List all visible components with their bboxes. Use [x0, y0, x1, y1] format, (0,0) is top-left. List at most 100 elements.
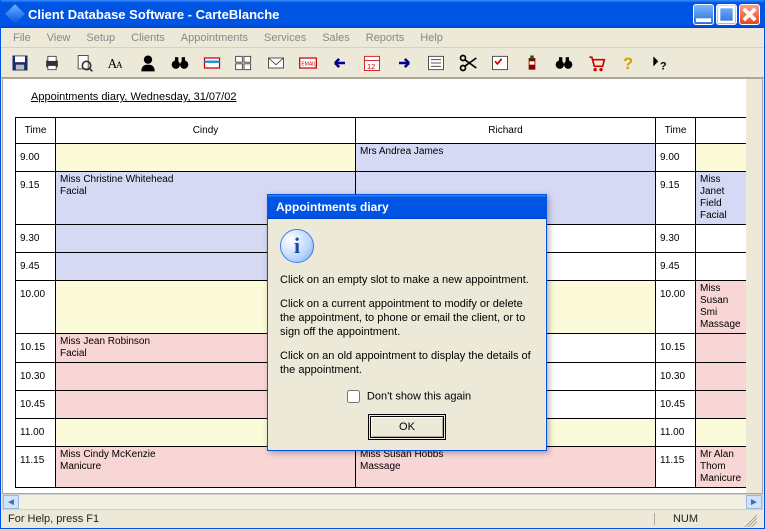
col-time: Time	[16, 118, 56, 144]
col-time2: Time	[656, 118, 696, 144]
dialog-text-1: Click on an empty slot to make a new app…	[280, 273, 534, 287]
dialog-text-3: Click on an old appointment to display t…	[280, 349, 534, 377]
save-icon[interactable]	[7, 51, 33, 75]
vertical-scrollbar[interactable]	[746, 79, 762, 493]
time-cell: 10.15	[656, 334, 696, 363]
time-cell: 10.45	[16, 391, 56, 419]
main-window: Client Database Software - CarteBlanche …	[0, 0, 765, 529]
products-icon[interactable]	[519, 51, 545, 75]
menu-view[interactable]: View	[39, 30, 79, 46]
appointment-slot[interactable]: Miss Susan SmiMassage	[696, 281, 752, 334]
scissors-icon[interactable]	[455, 51, 481, 75]
time-cell: 10.30	[16, 363, 56, 391]
appointment-slot[interactable]	[696, 225, 752, 253]
menu-file[interactable]: File	[5, 30, 39, 46]
info-dialog: Appointments diary i Click on an empty s…	[267, 194, 547, 451]
time-cell: 10.15	[16, 334, 56, 363]
appointment-slot[interactable]: Miss Janet FieldFacial	[696, 172, 752, 225]
col-staff2: Richard	[356, 118, 656, 144]
dont-show-label: Don't show this again	[367, 390, 471, 402]
ok-button[interactable]: OK	[370, 416, 444, 438]
binoculars2-icon[interactable]	[551, 51, 577, 75]
calendar-icon[interactable]: 12	[359, 51, 385, 75]
menu-sales[interactable]: Sales	[314, 30, 358, 46]
time-cell: 9.00	[16, 144, 56, 172]
appointment-slot[interactable]	[696, 253, 752, 281]
scroll-right-icon[interactable]: ►	[746, 495, 762, 509]
window-title: Client Database Software - CarteBlanche	[28, 7, 691, 22]
binoculars-icon[interactable]	[167, 51, 193, 75]
prev-arrow-icon[interactable]	[327, 51, 353, 75]
dont-show-checkbox[interactable]	[347, 390, 360, 403]
table-row: 9.00Mrs Andrea James9.00	[16, 144, 752, 172]
menu-appointments[interactable]: Appointments	[173, 30, 256, 46]
scroll-left-icon[interactable]: ◄	[3, 495, 19, 509]
svg-text:?: ?	[660, 60, 667, 72]
photos-icon[interactable]	[231, 51, 257, 75]
titlebar[interactable]: Client Database Software - CarteBlanche	[1, 0, 764, 28]
menu-clients[interactable]: Clients	[123, 30, 173, 46]
checklist-icon[interactable]	[487, 51, 513, 75]
time-cell: 9.15	[656, 172, 696, 225]
appointment-slot[interactable]: Miss Cindy McKenzieManicure	[56, 447, 356, 488]
appointment-slot[interactable]	[696, 363, 752, 391]
time-cell: 11.00	[656, 419, 696, 447]
context-help-icon[interactable]: ?	[647, 51, 673, 75]
time-cell: 9.00	[656, 144, 696, 172]
time-cell: 10.00	[16, 281, 56, 334]
app-icon	[4, 3, 27, 26]
list-icon[interactable]	[423, 51, 449, 75]
appointment-slot[interactable]	[696, 419, 752, 447]
dialog-title[interactable]: Appointments diary	[268, 195, 546, 219]
maximize-button[interactable]	[716, 4, 737, 25]
client-icon[interactable]	[135, 51, 161, 75]
col-staff1: Cindy	[56, 118, 356, 144]
appointment-slot[interactable]: Mr Alan ThomManicure	[696, 447, 752, 488]
diary-heading: Appointments diary, Wednesday, 31/07/02	[3, 79, 762, 109]
print-icon[interactable]	[39, 51, 65, 75]
time-cell: 10.00	[656, 281, 696, 334]
svg-text:?: ?	[623, 53, 633, 72]
time-cell: 9.45	[656, 253, 696, 281]
time-cell: 11.00	[16, 419, 56, 447]
appointment-slot[interactable]	[696, 144, 752, 172]
time-cell: 10.45	[656, 391, 696, 419]
menubar: File View Setup Clients Appointments Ser…	[1, 28, 764, 48]
menu-services[interactable]: Services	[256, 30, 314, 46]
email-icon[interactable]: EMAIL	[295, 51, 321, 75]
appointment-slot[interactable]	[696, 334, 752, 363]
appointment-slot[interactable]: Miss Susan HobbsMassage	[356, 447, 656, 488]
menu-setup[interactable]: Setup	[78, 30, 123, 46]
appointment-slot[interactable]	[56, 144, 356, 172]
time-cell: 11.15	[656, 447, 696, 488]
table-row: 11.15Miss Cindy McKenzieManicureMiss Sus…	[16, 447, 752, 488]
statusbar: For Help, press F1 NUM	[2, 510, 763, 527]
close-button[interactable]	[739, 4, 760, 25]
toolbar: AA EMAIL 12 ? ?	[1, 48, 764, 78]
menu-reports[interactable]: Reports	[358, 30, 413, 46]
svg-text:12: 12	[367, 61, 375, 70]
font-icon[interactable]: AA	[103, 51, 129, 75]
resize-grip-icon[interactable]	[741, 511, 757, 527]
svg-text:EMAIL: EMAIL	[301, 61, 316, 67]
appointment-slot[interactable]: Mrs Andrea James	[356, 144, 656, 172]
help-icon[interactable]: ?	[615, 51, 641, 75]
dialog-text-2: Click on a current appointment to modify…	[280, 297, 534, 339]
time-cell: 9.30	[16, 225, 56, 253]
time-cell: 9.45	[16, 253, 56, 281]
appointment-slot[interactable]	[696, 391, 752, 419]
status-help: For Help, press F1	[8, 513, 99, 525]
col-staff3	[696, 118, 752, 144]
status-num: NUM	[654, 513, 716, 525]
card-icon[interactable]	[199, 51, 225, 75]
time-cell: 9.15	[16, 172, 56, 225]
horizontal-scrollbar[interactable]: ◄ ►	[2, 494, 763, 510]
letter-icon[interactable]	[263, 51, 289, 75]
time-cell: 11.15	[16, 447, 56, 488]
print-preview-icon[interactable]	[71, 51, 97, 75]
menu-help[interactable]: Help	[412, 30, 451, 46]
cart-icon[interactable]	[583, 51, 609, 75]
minimize-button[interactable]	[693, 4, 714, 25]
info-icon: i	[280, 229, 314, 263]
next-arrow-icon[interactable]	[391, 51, 417, 75]
